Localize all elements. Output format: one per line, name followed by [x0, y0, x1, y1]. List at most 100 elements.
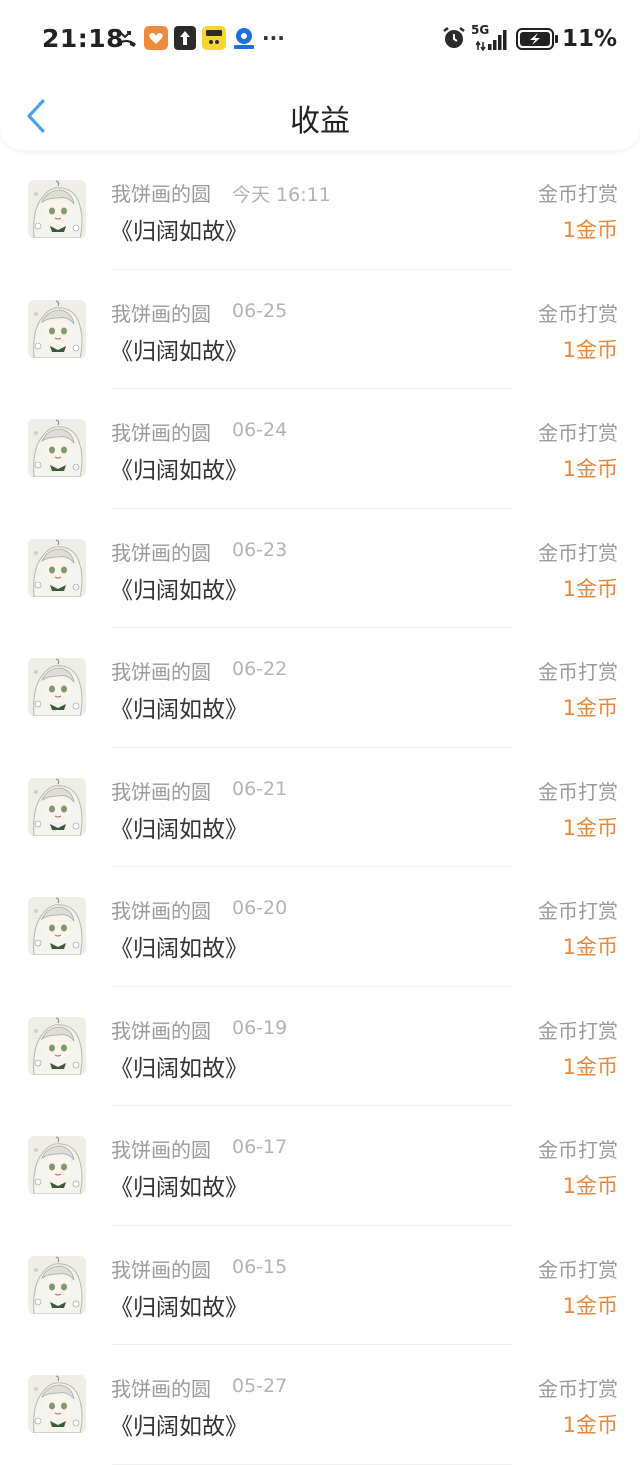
reward-amount: 1金币: [562, 1413, 618, 1437]
record-date: 06-15: [232, 1255, 288, 1278]
earning-record-row[interactable]: 我饼画的圆 06-25 《归阔如故》 金币打赏 1金币: [0, 270, 640, 389]
map-app-icon: [232, 26, 256, 54]
record-date: 06-17: [232, 1136, 288, 1158]
sender-name: 我饼画的圆: [111, 540, 211, 565]
record-date: 今天 16:11: [232, 184, 331, 206]
avatar[interactable]: [28, 1016, 86, 1075]
heart-app-icon: [144, 26, 168, 54]
anime-avatar-icon: [28, 777, 86, 836]
earning-record-row[interactable]: 我饼画的圆 今天 16:11 《归阔如故》 金币打赏 1金币: [0, 150, 640, 270]
avatar[interactable]: [28, 299, 86, 358]
earning-record-row[interactable]: 我饼画的圆 06-24 《归阔如故》 金币打赏 1金币: [0, 389, 640, 509]
record-date: 06-23: [232, 538, 288, 561]
avatar[interactable]: [28, 1375, 86, 1433]
book-title: 《归阔如故》: [110, 1175, 248, 1201]
anime-avatar-icon: [28, 1375, 86, 1433]
reward-amount: 1金币: [562, 1174, 618, 1198]
book-title: 《归阔如故》: [110, 1414, 248, 1440]
sender-name: 我饼画的圆: [111, 899, 211, 923]
anime-avatar-icon: [28, 1016, 86, 1075]
sender-name: 我饼画的圆: [111, 660, 211, 684]
book-title: 《归阔如故》: [110, 816, 248, 843]
earning-record-row[interactable]: 我饼画的圆 05-27 《归阔如故》 金币打赏 1金币: [0, 1345, 640, 1465]
avatar[interactable]: [28, 538, 86, 597]
book-title: 《归阔如故》: [110, 1294, 248, 1321]
yellow-app-icon: [202, 26, 226, 54]
reward-amount: 1金币: [562, 337, 618, 362]
sender-name: 我饼画的圆: [111, 182, 211, 206]
status-time: 21:18: [42, 24, 125, 53]
missed-call-icon: [114, 28, 138, 54]
book-title: 《归阔如故》: [110, 338, 248, 365]
earning-record-row[interactable]: 我饼画的圆 06-17 《归阔如故》 金币打赏 1金币: [0, 1106, 640, 1226]
earning-record-row[interactable]: 我饼画的圆 06-20 《归阔如故》 金币打赏 1金币: [0, 867, 640, 987]
avatar[interactable]: [28, 180, 86, 238]
earning-record-row[interactable]: 我饼画的圆 06-21 《归阔如故》 金币打赏 1金币: [0, 748, 640, 867]
reward-amount: 1金币: [562, 218, 618, 242]
avatar[interactable]: [28, 777, 86, 836]
anime-avatar-icon: [28, 1136, 86, 1194]
battery-charging-icon: [516, 28, 560, 54]
reward-amount: 1金币: [562, 1054, 618, 1079]
reward-amount: 1金币: [562, 935, 618, 959]
avatar[interactable]: [28, 658, 86, 716]
book-title: 《归阔如故》: [110, 697, 248, 723]
book-title: 《归阔如故》: [110, 458, 248, 484]
avatar[interactable]: [28, 897, 86, 955]
anime-avatar-icon: [28, 180, 86, 238]
record-date: 06-24: [232, 419, 288, 441]
record-date: 06-20: [232, 897, 288, 919]
earning-record-row[interactable]: 我饼画的圆 06-22 《归阔如故》 金币打赏 1金币: [0, 628, 640, 748]
reward-type: 金币打赏: [538, 1138, 618, 1162]
sender-name: 我饼画的圆: [111, 779, 211, 804]
reward-amount: 1金币: [562, 696, 618, 720]
earning-record-row[interactable]: 我饼画的圆 06-19 《归阔如故》 金币打赏 1金币: [0, 987, 640, 1106]
avatar[interactable]: [28, 1255, 86, 1314]
anime-avatar-icon: [28, 897, 86, 955]
reward-amount: 1金币: [562, 457, 618, 481]
sender-name: 我饼画的圆: [111, 421, 211, 445]
top-header: 21:18 ··· 5G 11% 收益: [0, 0, 640, 150]
signal-icon: [475, 28, 510, 56]
anime-avatar-icon: [28, 419, 86, 477]
more-notifications: ···: [262, 26, 285, 50]
earning-record-row[interactable]: 我饼画的圆 06-15 《归阔如故》 金币打赏 1金币: [0, 1226, 640, 1345]
sender-name: 我饼画的圆: [111, 1377, 211, 1401]
reward-type: 金币打赏: [538, 1377, 618, 1401]
book-title: 《归阔如故》: [110, 577, 248, 604]
battery-level: 11%: [562, 26, 618, 52]
reward-type: 金币打赏: [538, 540, 618, 565]
alarm-icon: [442, 26, 466, 54]
record-date: 06-19: [232, 1016, 288, 1039]
reward-type: 金币打赏: [538, 779, 618, 804]
reward-type: 金币打赏: [538, 899, 618, 923]
book-title: 《归阔如故》: [110, 1055, 248, 1082]
record-date: 05-27: [232, 1375, 288, 1397]
earning-record-row[interactable]: 我饼画的圆 06-23 《归阔如故》 金币打赏 1金币: [0, 509, 640, 628]
record-date: 06-22: [232, 658, 288, 680]
anime-avatar-icon: [28, 658, 86, 716]
book-title: 《归阔如故》: [110, 219, 248, 245]
record-date: 06-25: [232, 299, 288, 322]
sender-name: 我饼画的圆: [111, 1018, 211, 1043]
record-date: 06-21: [232, 777, 288, 800]
reward-type: 金币打赏: [538, 1018, 618, 1043]
anime-avatar-icon: [28, 1255, 86, 1314]
status-bar: 21:18 ··· 5G 11%: [0, 0, 640, 80]
earnings-list: 我饼画的圆 今天 16:11 《归阔如故》 金币打赏 1金币 我饼画的圆 06-…: [0, 150, 640, 1465]
upload-app-icon: [174, 26, 196, 54]
reward-type: 金币打赏: [538, 660, 618, 684]
anime-avatar-icon: [28, 538, 86, 597]
anime-avatar-icon: [28, 299, 86, 358]
sender-name: 我饼画的圆: [111, 1138, 211, 1162]
avatar[interactable]: [28, 1136, 86, 1194]
avatar[interactable]: [28, 419, 86, 477]
reward-amount: 1金币: [562, 576, 618, 601]
reward-type: 金币打赏: [538, 1257, 618, 1282]
page-title: 收益: [290, 104, 350, 139]
sender-name: 我饼画的圆: [111, 1257, 211, 1282]
reward-type: 金币打赏: [538, 182, 618, 206]
reward-amount: 1金币: [562, 1293, 618, 1318]
book-title: 《归阔如故》: [110, 936, 248, 962]
reward-type: 金币打赏: [538, 421, 618, 445]
